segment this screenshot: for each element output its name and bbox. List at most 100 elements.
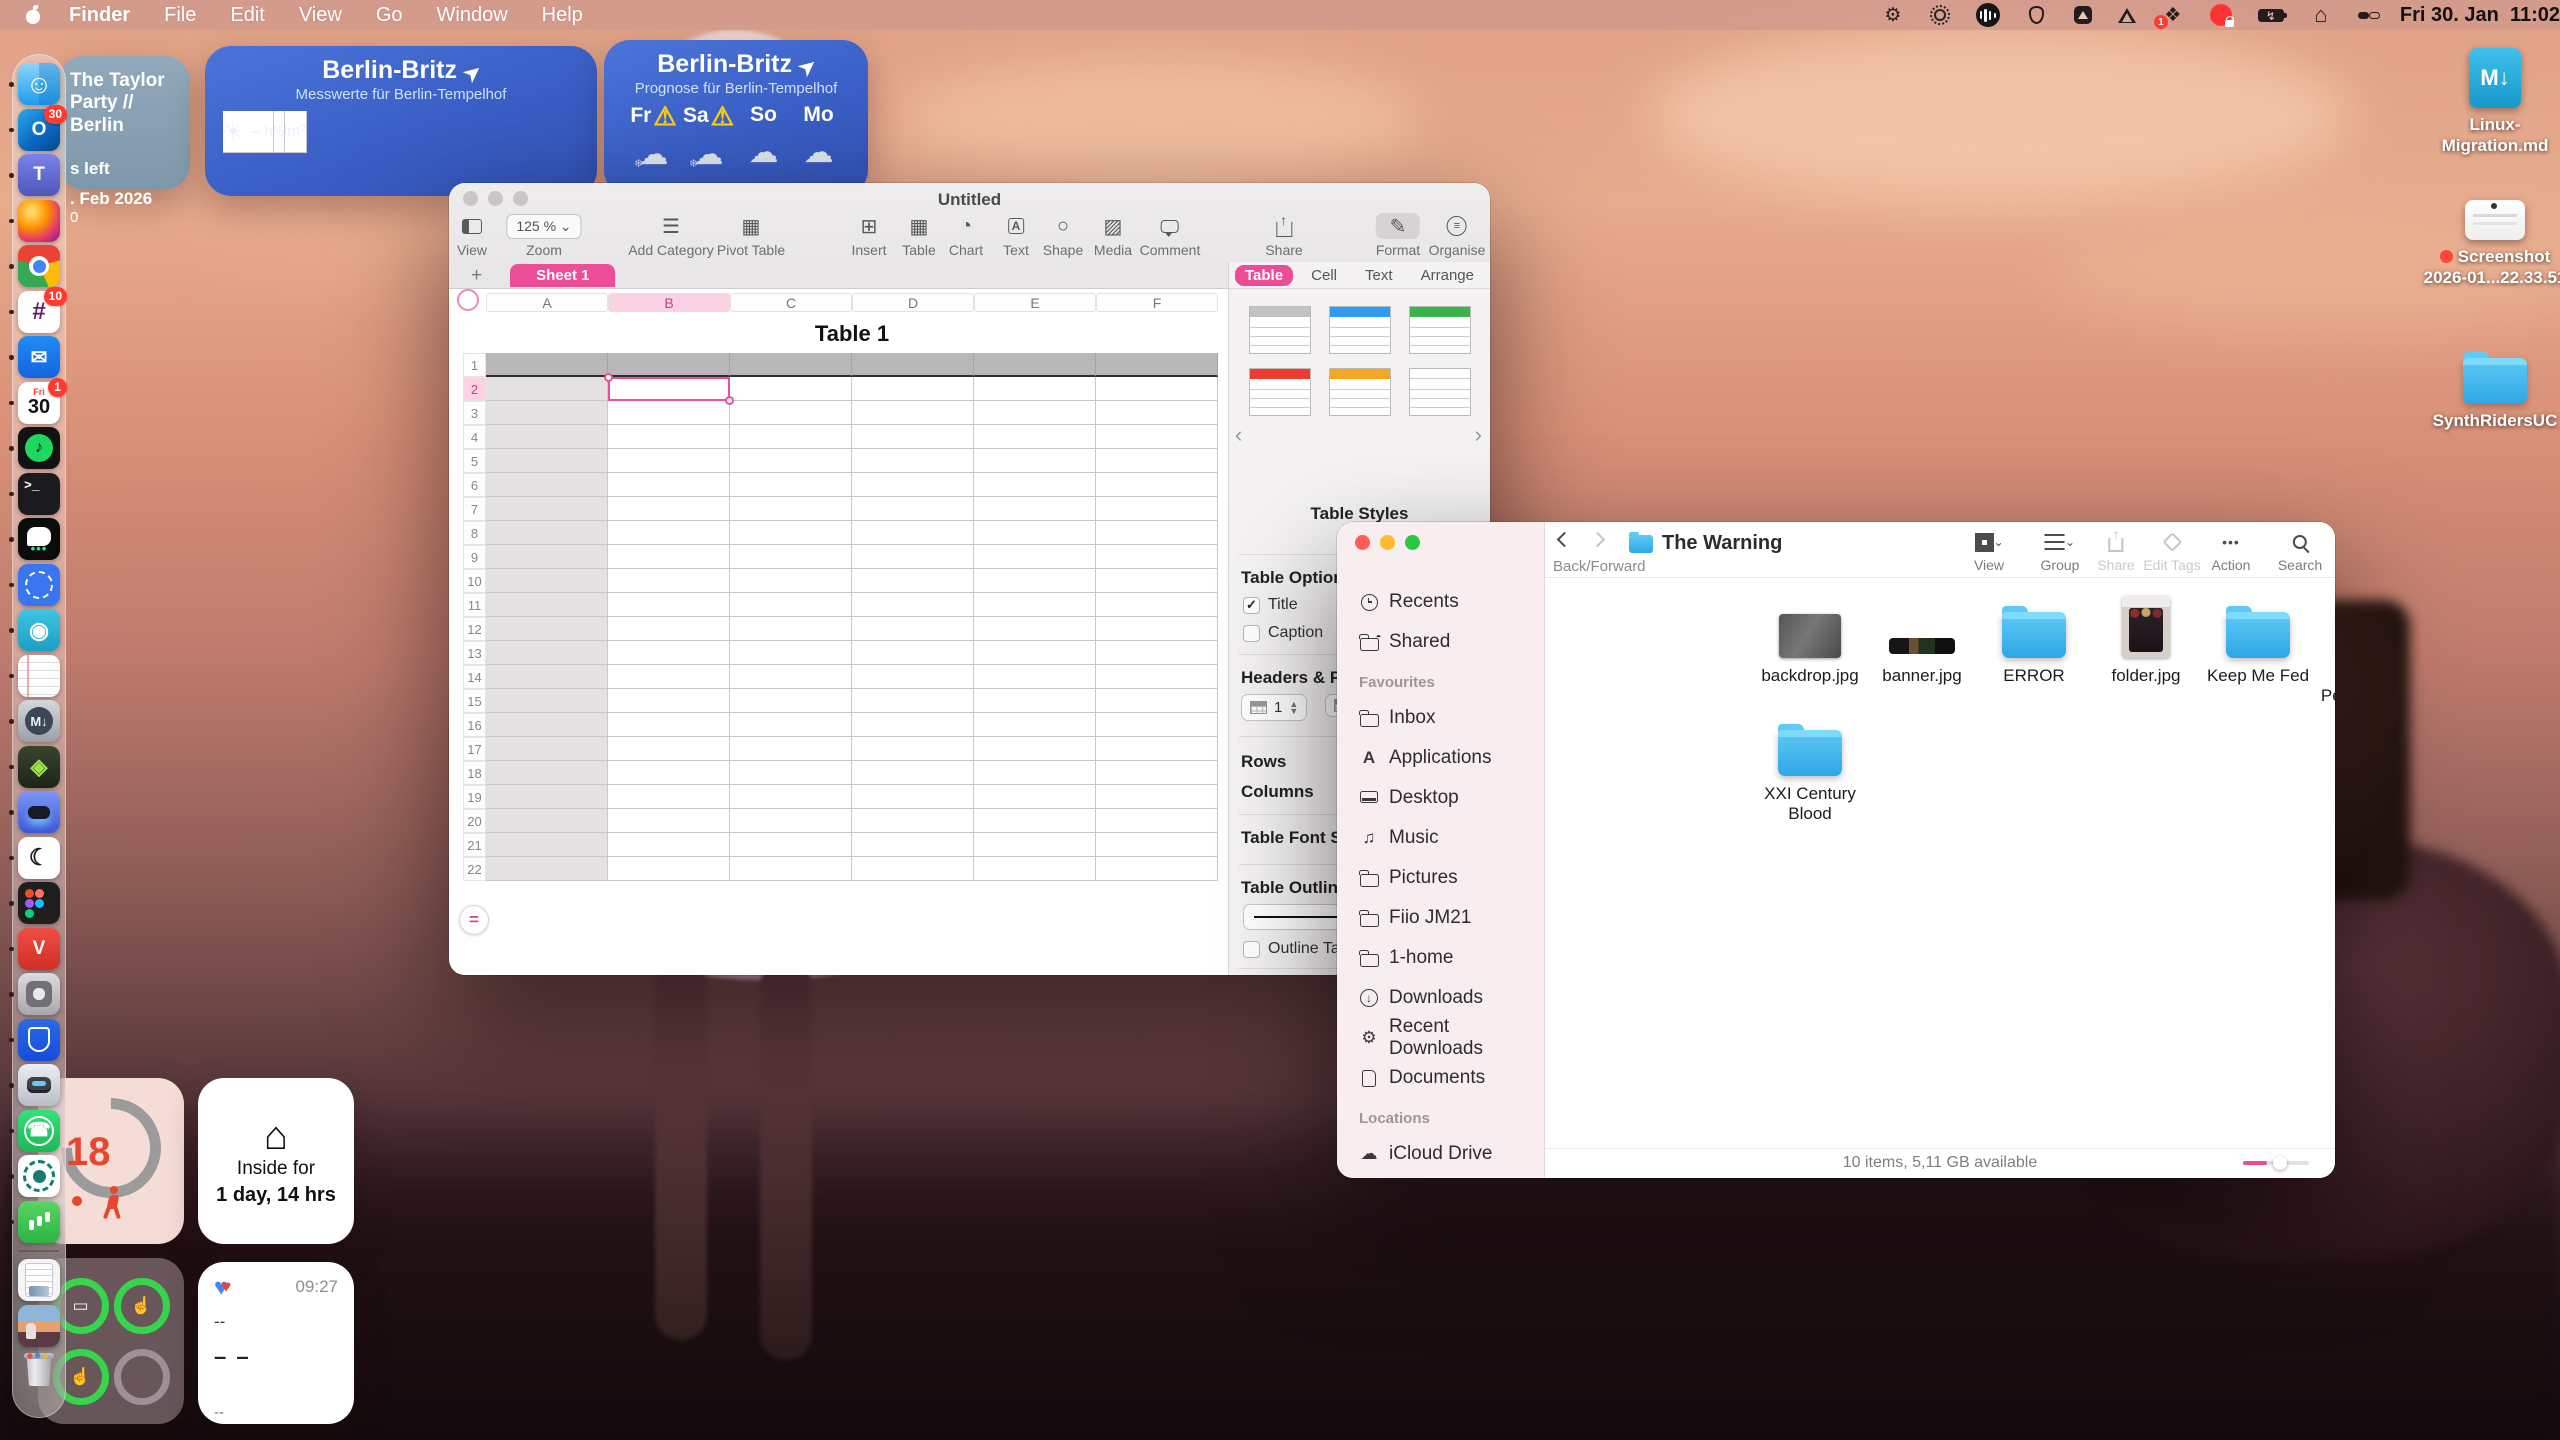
finder-toolbar-action[interactable]: •••Action [2212,530,2251,573]
cell-E1[interactable] [974,353,1096,377]
package-deploy-icon[interactable] [2074,6,2092,24]
cell-A12[interactable] [486,617,608,641]
table-style-4[interactable] [1249,368,1311,416]
table-title[interactable]: Table 1 [486,321,1218,347]
cell-F11[interactable] [1096,593,1218,617]
cell-C20[interactable] [730,809,852,833]
dock-item-stats[interactable] [18,1201,60,1243]
cell-D20[interactable] [852,809,974,833]
dock-item-spotify[interactable]: ♪ [18,427,60,469]
row-header-12[interactable]: 12 [463,617,486,641]
row-header-5[interactable]: 5 [463,449,486,473]
row-header-13[interactable]: 13 [463,641,486,665]
cell-D11[interactable] [852,593,974,617]
menu-view[interactable]: View [282,4,359,27]
cell-E7[interactable] [974,497,1096,521]
cell-C14[interactable] [730,665,852,689]
cell-C11[interactable] [730,593,852,617]
cell-C19[interactable] [730,785,852,809]
row-header-19[interactable]: 19 [463,785,486,809]
cell-F20[interactable] [1096,809,1218,833]
finder-toolbar-search[interactable]: Search [2278,530,2322,573]
cell-E9[interactable] [974,545,1096,569]
cell-A10[interactable] [486,569,608,593]
cell-A11[interactable] [486,593,608,617]
cell-F10[interactable] [1096,569,1218,593]
cell-A9[interactable] [486,545,608,569]
cell-F12[interactable] [1096,617,1218,641]
cell-B14[interactable] [608,665,730,689]
file-item-keep-me-fed[interactable]: Keep Me Fed [2203,592,2313,686]
styles-next-arrow[interactable]: › [1475,422,1482,448]
cell-E12[interactable] [974,617,1096,641]
cell-E15[interactable] [974,689,1096,713]
cell-E5[interactable] [974,449,1096,473]
table-style-3[interactable] [1409,306,1471,354]
format-tab-table[interactable]: Table [1235,265,1293,286]
toolbar-zoom[interactable]: 125 % ⌄Zoom [506,213,581,258]
minimize-button[interactable] [1380,535,1395,550]
sidebar-item-recent-downloads[interactable]: ⚙Recent Downloads [1351,1022,1533,1054]
cell-E19[interactable] [974,785,1096,809]
toolbar-organise[interactable]: ≡Organise [1429,213,1486,258]
table-style-2[interactable] [1329,306,1391,354]
cell-B17[interactable] [608,737,730,761]
cell-A14[interactable] [486,665,608,689]
cell-C13[interactable] [730,641,852,665]
finder-toolbar-view[interactable]: ⌄View [1974,530,2004,573]
cell-A6[interactable] [486,473,608,497]
row-header-1[interactable]: 1 [463,353,486,377]
cell-E4[interactable] [974,425,1096,449]
cell-C10[interactable] [730,569,852,593]
cell-B4[interactable] [608,425,730,449]
sidebar-item-shared[interactable]: Shared [1351,626,1533,658]
dock-item-chrome[interactable] [18,245,60,287]
dock-item-macdown[interactable] [18,700,60,742]
row-header-4[interactable]: 4 [463,425,486,449]
column-header-E[interactable]: E [974,293,1096,312]
row-header-3[interactable]: 3 [463,401,486,425]
styles-prev-arrow[interactable]: ‹ [1235,422,1242,448]
toolbar-text[interactable]: AText [1003,213,1029,258]
cell-C17[interactable] [730,737,852,761]
cell-F1[interactable] [1096,353,1218,377]
cell-F5[interactable] [1096,449,1218,473]
cell-B19[interactable] [608,785,730,809]
checkbox-checked-icon[interactable]: ✓ [1243,597,1260,614]
cell-D3[interactable] [852,401,974,425]
cell-E10[interactable] [974,569,1096,593]
toolbar-media[interactable]: ▨Media [1094,213,1132,258]
weather-forecast-widget[interactable]: Berlin-Britz➤ Prognose für Berlin-Tempel… [604,40,868,196]
table-style-1[interactable] [1249,306,1311,354]
cell-C3[interactable] [730,401,852,425]
toolbar-share[interactable]: Share [1265,213,1302,258]
inside-duration-widget[interactable]: ⌂ Inside for 1 day, 14 hrs [198,1078,354,1244]
finder-window[interactable]: RecentsSharedFavouritesInboxAApplication… [1337,522,2335,1178]
cell-E22[interactable] [974,857,1096,881]
cell-B15[interactable] [608,689,730,713]
toolbar-insert[interactable]: ⊞Insert [851,213,886,258]
sidebar-item-downloads[interactable]: ↓Downloads [1351,982,1533,1014]
sidebar-item-music[interactable]: ♫Music [1351,822,1533,854]
cell-A15[interactable] [486,689,608,713]
file-item-backdrop-jpg[interactable]: backdrop.jpg [1755,592,1865,686]
header-rows-stepper[interactable]: 1▲▼ [1241,694,1307,721]
cell-D16[interactable] [852,713,974,737]
cell-E3[interactable] [974,401,1096,425]
cell-D19[interactable] [852,785,974,809]
dock-item-threema[interactable] [18,518,60,560]
cell-B6[interactable] [608,473,730,497]
cell-D22[interactable] [852,857,974,881]
cell-B9[interactable] [608,545,730,569]
dock-item-outlook[interactable]: O30 [18,109,60,151]
menu-finder[interactable]: Finder [52,4,147,27]
sidebar-item-desktop[interactable]: Desktop [1351,782,1533,814]
sidebar-item-documents[interactable]: Documents [1351,1062,1533,1094]
table-style-6[interactable] [1409,368,1471,416]
cell-A2[interactable] [486,377,608,401]
cell-F18[interactable] [1096,761,1218,785]
row-header-7[interactable]: 7 [463,497,486,521]
row-header-20[interactable]: 20 [463,809,486,833]
cell-C1[interactable] [730,353,852,377]
cell-A5[interactable] [486,449,608,473]
